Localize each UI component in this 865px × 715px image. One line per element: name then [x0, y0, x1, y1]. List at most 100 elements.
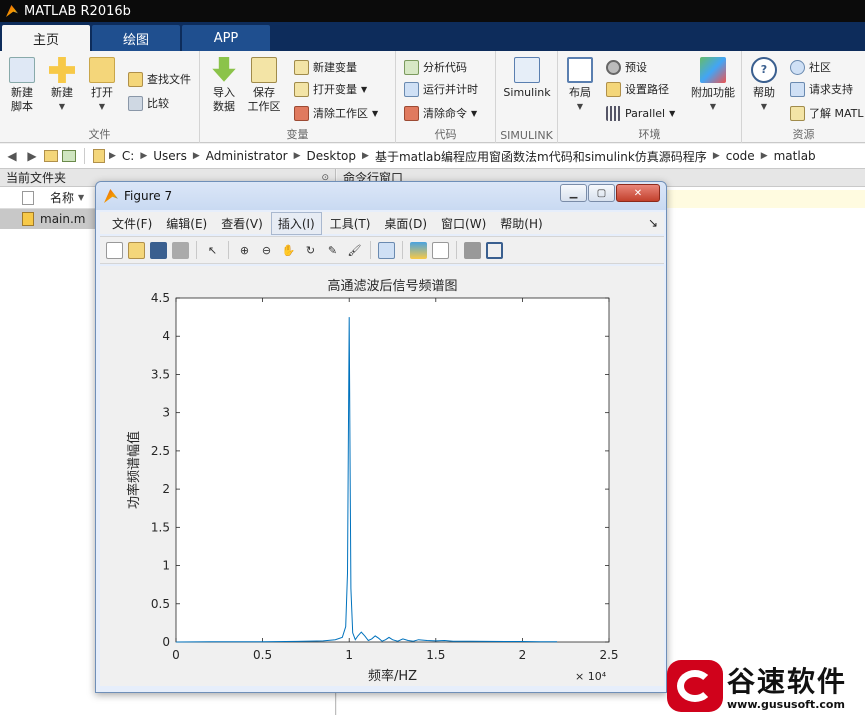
- menu-overflow-icon[interactable]: ↘: [648, 216, 658, 230]
- set-path-label: 设置路径: [625, 83, 669, 96]
- figure-menu-item[interactable]: 帮助(H): [494, 213, 548, 234]
- chevron-down-icon: ▼: [669, 108, 676, 118]
- data-cursor-icon[interactable]: ✎: [324, 242, 341, 259]
- open-variable-label: 打开变量: [313, 83, 357, 96]
- learn-matlab-button[interactable]: 了解 MATL: [790, 103, 864, 123]
- save-workspace-button[interactable]: 保存 工作区: [242, 57, 286, 114]
- tab-plots[interactable]: 绘图: [92, 25, 180, 51]
- tab-home[interactable]: 主页: [2, 25, 90, 51]
- community-button[interactable]: 社区: [790, 57, 831, 77]
- figure-menu-item[interactable]: 编辑(E): [160, 213, 213, 234]
- figure-menu-item[interactable]: 查看(V): [215, 213, 269, 234]
- breadcrumb-item[interactable]: matlab: [774, 149, 816, 163]
- y-tick-label: 4: [162, 329, 170, 343]
- breadcrumb-item[interactable]: 基于matlab编程应用窗函数法m代码和simulink仿真源码程序: [375, 148, 707, 165]
- analyze-code-button[interactable]: 分析代码: [404, 57, 467, 77]
- figure-menu-item[interactable]: 桌面(D): [378, 213, 433, 234]
- zoom-in-icon[interactable]: ⊕: [236, 242, 253, 259]
- new-variable-button[interactable]: 新建变量: [294, 57, 357, 77]
- new-script-button[interactable]: 新建 脚本: [0, 57, 44, 114]
- x-tick-label: 1.5: [426, 648, 445, 662]
- figure-logo-icon: [104, 189, 118, 203]
- brush-icon[interactable]: 🖌: [346, 242, 363, 259]
- legend-icon[interactable]: [432, 241, 449, 259]
- x-tick-label: 1: [345, 648, 353, 662]
- current-folder-title: 当前文件夹: [6, 171, 67, 185]
- file-row[interactable]: main.m: [0, 209, 96, 229]
- pan-hand-icon[interactable]: ✋: [280, 242, 297, 259]
- breadcrumb-separator-icon: ▶: [140, 151, 148, 161]
- open-variable-button[interactable]: 打开变量 ▼: [294, 79, 367, 99]
- up-folder-icon[interactable]: [44, 150, 58, 162]
- y-tick-label: 3: [162, 406, 170, 420]
- group-file-label: 文件: [88, 128, 111, 141]
- figure-menu-item[interactable]: 插入(I): [270, 211, 322, 235]
- y-tick-label: 3.5: [151, 367, 170, 381]
- clear-workspace-button[interactable]: 清除工作区 ▼: [294, 103, 378, 123]
- minimize-button[interactable]: ▁: [560, 184, 587, 202]
- import-data-button[interactable]: 导入 数据: [202, 57, 246, 114]
- spectrum-chart[interactable]: 高通滤波后信号频谱图 0 0.5 1 1.5 2 2.5 0 0.5 1 1.5 2 2.5 3 3.5…: [100, 266, 664, 686]
- group-environment: 布局 ▼ 预设 设置路径 Parallel ▼ 附加功能 ▼ 环境: [558, 51, 742, 143]
- group-resources-label: 资源: [792, 128, 815, 141]
- figure-menu-item[interactable]: 文件(F): [106, 213, 158, 234]
- parallel-icon: [606, 105, 621, 121]
- breadcrumb: ▶ C: ▶ Users ▶ Administrator ▶ Desktop ▶ 基于matlab…: [109, 148, 816, 165]
- new-label: 新建: [51, 86, 73, 99]
- breadcrumb-item[interactable]: Desktop: [307, 149, 357, 163]
- help-button[interactable]: ? 帮助 ▼: [742, 57, 786, 114]
- link-plot-icon[interactable]: [378, 241, 395, 259]
- y-tick-label: 2: [162, 482, 170, 496]
- parallel-button[interactable]: Parallel ▼: [606, 103, 675, 123]
- print-icon[interactable]: [172, 241, 189, 259]
- ribbon-tabs: 主页 绘图 APP: [0, 22, 865, 51]
- back-arrow-icon[interactable]: ◀: [4, 149, 20, 163]
- open-button[interactable]: 打开 ▼: [80, 57, 124, 114]
- maximize-button[interactable]: ▢: [588, 184, 615, 202]
- show-plot-tools-icon[interactable]: [486, 241, 503, 259]
- add-ons-button[interactable]: 附加功能 ▼: [688, 57, 738, 114]
- breadcrumb-item[interactable]: Administrator: [206, 149, 288, 163]
- clear-commands-button[interactable]: 清除命令 ▼: [404, 103, 477, 123]
- breadcrumb-separator-icon: ▶: [760, 151, 768, 161]
- run-and-time-button[interactable]: 运行并计时: [404, 79, 478, 99]
- rotate-icon[interactable]: ↻: [302, 242, 319, 259]
- new-figure-icon[interactable]: [106, 241, 123, 259]
- analyze-code-icon: [404, 59, 419, 75]
- add-ons-label: 附加功能: [691, 86, 735, 99]
- layout-label: 布局: [569, 86, 591, 99]
- figure-menu-item[interactable]: 窗口(W): [435, 213, 492, 234]
- request-support-button[interactable]: 请求支持: [790, 79, 853, 99]
- new-button[interactable]: 新建 ▼: [40, 57, 84, 114]
- zoom-out-icon[interactable]: ⊖: [258, 242, 275, 259]
- app-titlebar: MATLAB R2016b: [0, 0, 865, 22]
- cursor-icon[interactable]: ↖: [204, 242, 221, 259]
- breadcrumb-item[interactable]: code: [726, 149, 755, 163]
- save-icon[interactable]: [150, 241, 167, 259]
- chevron-down-icon: ▼: [709, 102, 717, 111]
- figure-menu-item[interactable]: 工具(T): [324, 213, 377, 234]
- hide-plot-tools-icon[interactable]: [464, 241, 481, 259]
- tab-apps[interactable]: APP: [182, 25, 270, 51]
- browse-folder-icon[interactable]: [62, 150, 76, 162]
- find-files-button[interactable]: 查找文件: [128, 69, 191, 89]
- layout-button[interactable]: 布局 ▼: [558, 57, 602, 114]
- compare-button[interactable]: 比较: [128, 93, 169, 113]
- colorbar-icon[interactable]: [410, 241, 427, 259]
- m-file-icon: [22, 212, 34, 226]
- close-button[interactable]: ✕: [616, 184, 660, 202]
- breadcrumb-item[interactable]: Users: [153, 149, 187, 163]
- clear-workspace-icon: [294, 105, 309, 121]
- group-environment-label: 环境: [638, 128, 661, 141]
- y-tick-label: 2.5: [151, 444, 170, 458]
- simulink-button[interactable]: Simulink: [500, 57, 554, 100]
- forward-arrow-icon[interactable]: ▶: [24, 149, 40, 163]
- folder-icon: [93, 149, 105, 163]
- set-path-button[interactable]: 设置路径: [606, 79, 669, 99]
- open-file-icon[interactable]: [128, 241, 145, 259]
- figure-titlebar[interactable]: Figure 7 ▁ ▢ ✕: [96, 182, 666, 210]
- breadcrumb-item[interactable]: C:: [122, 149, 134, 163]
- preferences-button[interactable]: 预设: [606, 57, 647, 77]
- import-arrow-icon: [212, 57, 236, 82]
- figure-window: Figure 7 ▁ ▢ ✕ 文件(F) 编辑(E) 查看(V) 插入(I) 工具(T)…: [95, 181, 667, 693]
